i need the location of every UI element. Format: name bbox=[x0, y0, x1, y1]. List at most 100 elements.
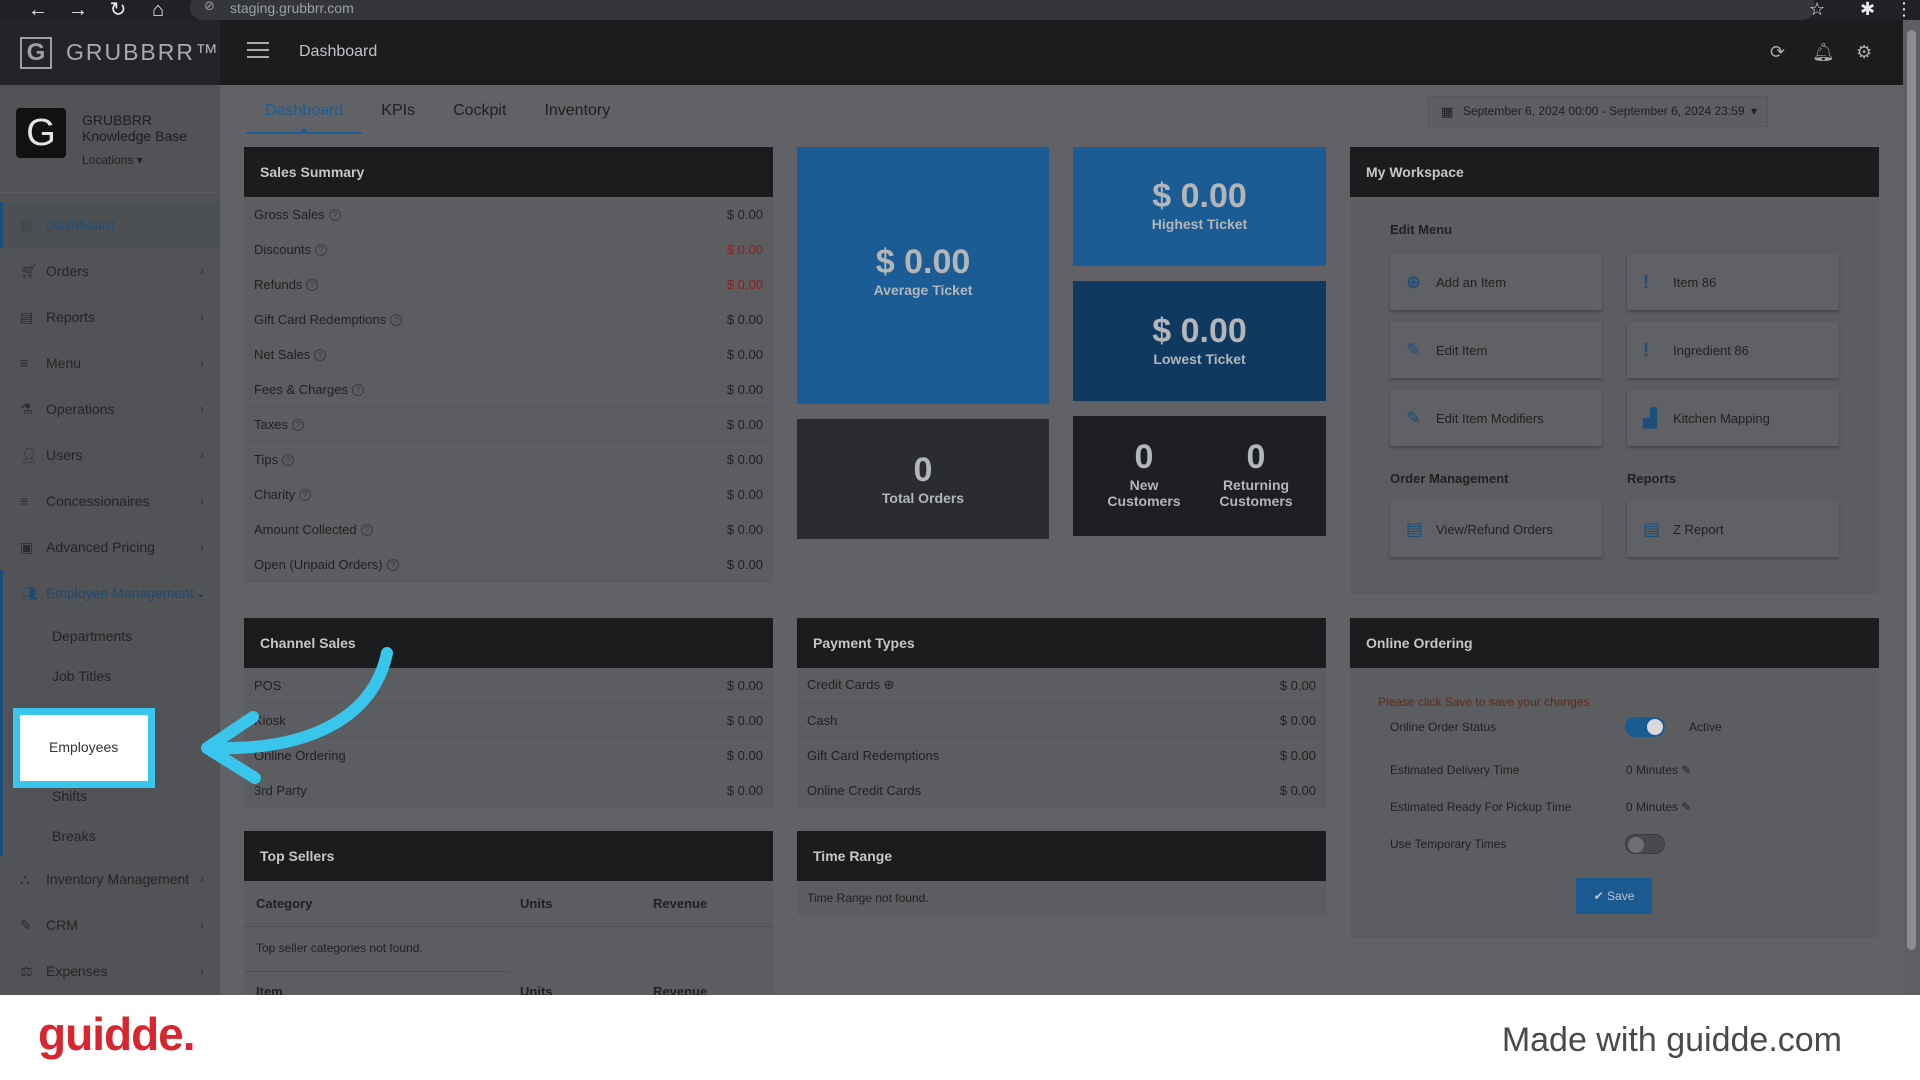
brand[interactable]: G GRUBBRR™ bbox=[0, 20, 220, 85]
hamburger-menu-icon[interactable] bbox=[247, 42, 269, 63]
date-range-picker[interactable]: ▦ September 6, 2024 00:00 - September 6,… bbox=[1428, 96, 1768, 127]
add-item-button[interactable]: ⊕ Add an Item bbox=[1390, 254, 1602, 310]
home-icon[interactable]: ⌂ bbox=[138, 0, 178, 20]
sidebar-item-employee-management[interactable]: 👥︎ Employee Management ⌄ bbox=[3, 570, 220, 616]
plus-circle-icon[interactable]: ⊕ bbox=[884, 677, 895, 692]
lowest-ticket-tile: $ 0.00 Lowest Ticket bbox=[1073, 281, 1326, 401]
browser-menu-icon[interactable]: ⋮ bbox=[1895, 0, 1913, 18]
row-value: $ 0.00 bbox=[726, 416, 763, 432]
tab-dashboard[interactable]: Dashboard bbox=[246, 92, 363, 134]
row-value: $ 0.00 bbox=[726, 206, 763, 222]
tab-cockpit[interactable]: Cockpit bbox=[434, 92, 525, 134]
sidebar-item-menu[interactable]: ≡ Menu › bbox=[0, 340, 220, 386]
sidebar-item-reports[interactable]: ▤ Reports › bbox=[0, 294, 220, 340]
returning-customers: 0 Returning Customers bbox=[1185, 438, 1327, 509]
row-value: $ 0.00 bbox=[726, 451, 763, 467]
sidebar-item-users[interactable]: 👤︎ Users › bbox=[0, 432, 220, 478]
back-icon[interactable]: ← bbox=[18, 0, 58, 20]
save-label: Save bbox=[1607, 889, 1635, 903]
bell-icon[interactable]: 🔔︎ bbox=[1812, 42, 1835, 63]
scrollbar-thumb[interactable] bbox=[1907, 30, 1916, 950]
panel-title: Time Range bbox=[797, 831, 1326, 881]
z-report-button[interactable]: ▤ Z Report bbox=[1627, 501, 1839, 557]
help-icon[interactable]: ? bbox=[360, 524, 373, 537]
row-value: $ 0.00 bbox=[726, 311, 763, 327]
url-text: staging.grubbrr.com bbox=[230, 0, 354, 16]
help-icon[interactable]: ? bbox=[386, 559, 399, 572]
help-icon[interactable]: ? bbox=[351, 384, 364, 397]
ingredient86-button[interactable]: ! Ingredient 86 bbox=[1627, 322, 1839, 378]
edit-item-modifiers-button[interactable]: ✎ Edit Item Modifiers bbox=[1390, 390, 1602, 446]
sidebar-item-concessionaires[interactable]: ≡ Concessionaires › bbox=[0, 478, 220, 524]
reload-icon[interactable]: ↻ bbox=[98, 0, 138, 20]
kitchen-mapping-button[interactable]: ▟ Kitchen Mapping bbox=[1627, 390, 1839, 446]
flask-icon: ⚗ bbox=[20, 400, 33, 417]
page-scrollbar[interactable] bbox=[1903, 20, 1920, 995]
highest-ticket-tile: $ 0.00 Highest Ticket bbox=[1073, 147, 1326, 266]
sidebar-item-expenses[interactable]: ⚖ Expenses › bbox=[0, 948, 220, 994]
help-icon[interactable]: ? bbox=[299, 489, 312, 502]
help-icon[interactable]: ? bbox=[390, 314, 403, 327]
edit-item-button[interactable]: ✎ Edit Item bbox=[1390, 322, 1602, 378]
row-value: $ 0.00 bbox=[1279, 747, 1316, 763]
sidebar-item-crm[interactable]: ✎ CRM › bbox=[0, 902, 220, 948]
help-icon[interactable]: ? bbox=[315, 244, 328, 257]
temporary-times-label: Use Temporary Times bbox=[1390, 837, 1507, 851]
help-icon[interactable]: ? bbox=[282, 454, 295, 467]
site-info-icon[interactable]: ⊘ bbox=[204, 0, 215, 14]
extensions-icon[interactable]: ✱ bbox=[1860, 0, 1875, 18]
sidebar-item-inventory-management[interactable]: ⛬ Inventory Management › bbox=[0, 856, 220, 902]
view-refund-orders-button[interactable]: ▤ View/Refund Orders bbox=[1390, 501, 1602, 557]
cart-icon: 🛒︎ bbox=[20, 262, 38, 279]
chevron-right-icon: › bbox=[200, 448, 204, 462]
sidebar-item-advanced-pricing[interactable]: ▣ Advanced Pricing › bbox=[0, 524, 220, 570]
page-title: Dashboard bbox=[299, 43, 378, 60]
save-button[interactable]: ✔ Save bbox=[1576, 878, 1652, 914]
address-bar[interactable]: ⊘ staging.grubbrr.com bbox=[190, 0, 1815, 20]
sidebar-item-label: Reports bbox=[46, 309, 96, 325]
gear-icon[interactable]: ⚙ bbox=[1856, 42, 1872, 63]
forward-icon[interactable]: → bbox=[58, 0, 98, 20]
sidebar-subitem-job-titles[interactable]: Job Titles bbox=[3, 656, 220, 696]
tab-kpis[interactable]: KPIs bbox=[362, 92, 434, 134]
sidebar-item-orders[interactable]: 🛒︎ Orders › bbox=[0, 248, 220, 294]
row-label: Credit Cards bbox=[807, 677, 880, 692]
online-order-status-toggle[interactable] bbox=[1625, 717, 1665, 737]
help-icon[interactable]: ? bbox=[306, 279, 319, 292]
tab-inventory[interactable]: Inventory bbox=[525, 92, 629, 134]
help-icon[interactable]: ? bbox=[314, 349, 327, 362]
refresh-icon[interactable]: ⟳ bbox=[1770, 42, 1785, 63]
tile-value: 0 bbox=[1246, 438, 1266, 476]
pencil-icon[interactable]: ✎ bbox=[1681, 763, 1691, 777]
status-value: Active bbox=[1689, 720, 1722, 734]
sidebar-subitem-departments[interactable]: Departments bbox=[3, 616, 220, 656]
row-value: $ 0.00 bbox=[726, 677, 763, 693]
tile-value: $ 0.00 bbox=[1152, 177, 1247, 215]
col-category: Category bbox=[256, 896, 313, 911]
customers-tile: 0 New Customers 0 Returning Customers bbox=[1073, 416, 1326, 536]
locations-dropdown[interactable]: Locations ▾ bbox=[82, 153, 143, 167]
table-row: Gift Card Redemptions $ 0.00 bbox=[797, 738, 1326, 773]
button-label: Item 86 bbox=[1673, 274, 1717, 290]
average-ticket-tile: $ 0.00 Average Ticket bbox=[797, 147, 1049, 404]
item86-button[interactable]: ! Item 86 bbox=[1627, 254, 1839, 310]
help-icon[interactable]: ? bbox=[328, 209, 341, 222]
row-label: Cash bbox=[807, 712, 838, 728]
table-row: Gift Card Redemptions? $ 0.00 bbox=[244, 302, 773, 337]
edit-menu-heading: Edit Menu bbox=[1390, 222, 1453, 237]
sidebar-subitem-breaks[interactable]: Breaks bbox=[3, 816, 220, 856]
help-icon[interactable]: ? bbox=[291, 419, 304, 432]
chevron-right-icon: › bbox=[200, 264, 204, 278]
sidebar-item-dashboard[interactable]: ▦ Dashboard bbox=[0, 202, 220, 248]
row-label: Gross Sales bbox=[254, 206, 325, 222]
row-label: Refunds bbox=[254, 276, 303, 292]
users-icon: 👥︎ bbox=[20, 584, 38, 601]
sidebar-item-label: Expenses bbox=[46, 963, 108, 979]
temporary-times-toggle[interactable] bbox=[1625, 834, 1665, 854]
employees-highlight[interactable]: Employees bbox=[13, 708, 155, 788]
pencil-icon[interactable]: ✎ bbox=[1681, 800, 1691, 814]
sidebar-item-label: Orders bbox=[46, 263, 89, 279]
sidebar-item-operations[interactable]: ⚗ Operations › bbox=[0, 386, 220, 432]
bookmark-star-icon[interactable]: ☆ bbox=[1809, 0, 1825, 18]
table-row: Taxes? $ 0.00 bbox=[244, 407, 773, 442]
